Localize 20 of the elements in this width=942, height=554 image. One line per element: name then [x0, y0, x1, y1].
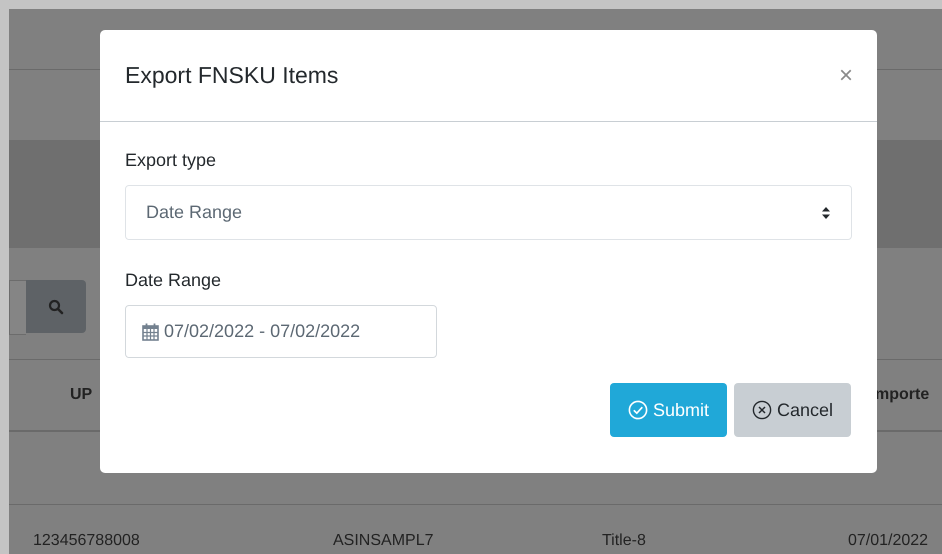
export-type-select[interactable]: Date Range	[125, 185, 852, 240]
close-button[interactable]: ×	[838, 62, 853, 90]
search-button[interactable]	[26, 280, 86, 333]
calendar-icon	[142, 322, 159, 340]
cancel-button[interactable]: Cancel	[734, 383, 851, 437]
table-cell-text: Title-8	[602, 532, 647, 550]
table-cell-text: 07/01/2022	[848, 532, 930, 550]
table-cell-text: ASINSAMPL7	[333, 532, 434, 550]
table-cell-text: 123456788008	[33, 532, 141, 550]
x-circle-icon	[752, 400, 772, 420]
column-header: UP	[69, 386, 94, 404]
check-circle-icon	[628, 400, 648, 420]
sort-caret-icon	[821, 204, 831, 220]
field-label: Date Range	[125, 270, 222, 291]
search-icon	[48, 298, 64, 314]
field-label: Export type	[125, 150, 218, 171]
modal-title: Export FNSKU Items	[125, 62, 340, 89]
column-header: mporte	[874, 386, 930, 404]
search-field[interactable]	[9, 280, 26, 335]
date-range-field[interactable]: 07/02/2022 - 07/02/2022	[125, 305, 437, 358]
